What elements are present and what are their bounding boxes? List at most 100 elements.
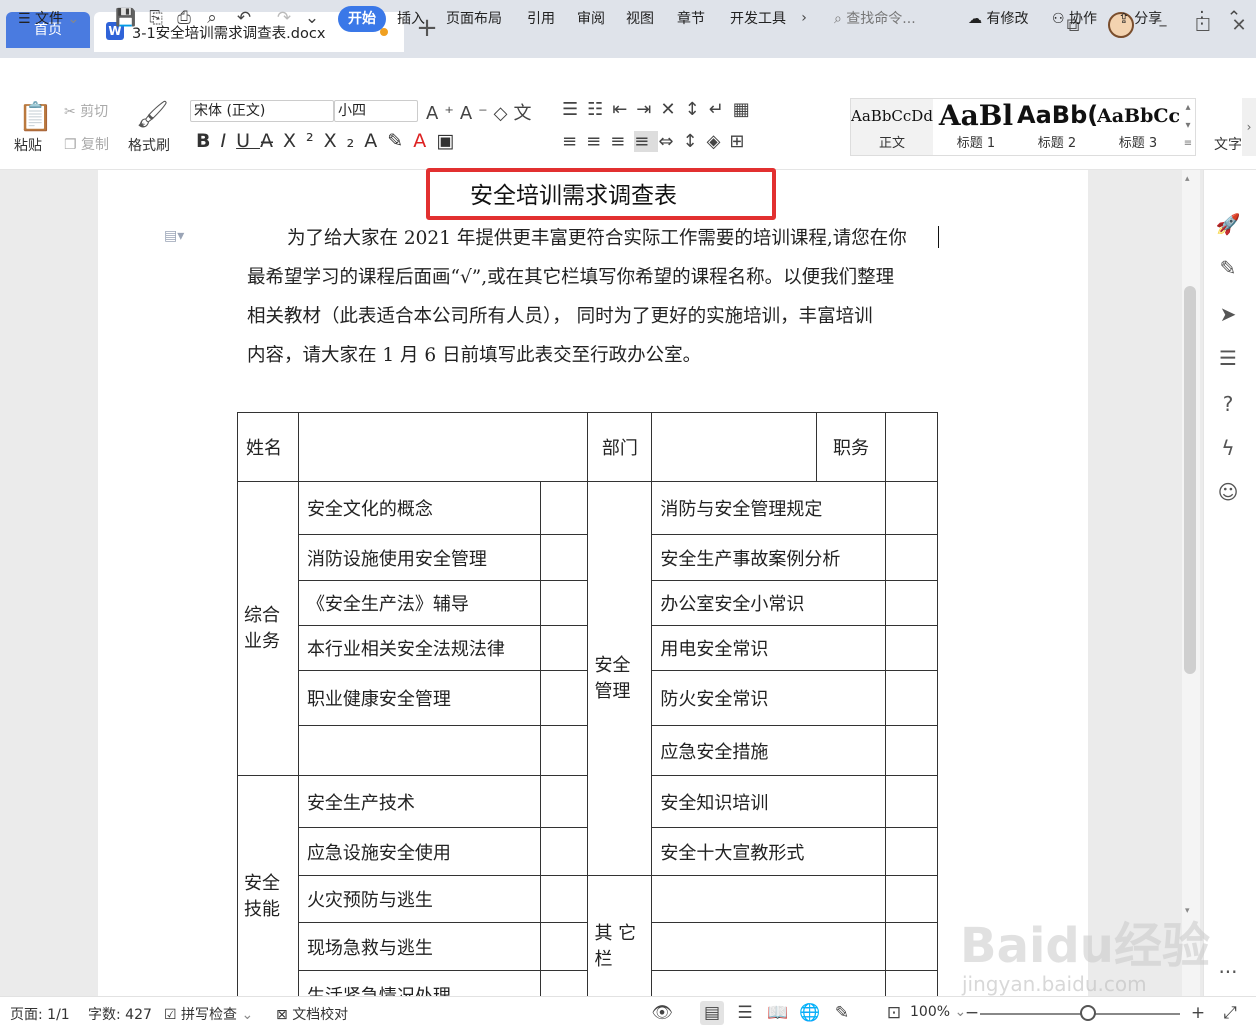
course-cell[interactable]: 现场急救与逃生 <box>297 922 541 971</box>
other-input-cell[interactable] <box>651 922 887 971</box>
font-name-select[interactable]: 宋体 (正文) <box>190 100 334 122</box>
checkbox-cell[interactable] <box>885 725 938 776</box>
collab-button[interactable]: ⚇ 协作 <box>1052 6 1097 32</box>
fullscreen-icon[interactable]: ⤢ <box>1218 1001 1242 1025</box>
web-view-icon[interactable]: 🌐 <box>798 1001 822 1025</box>
print-preview-icon[interactable]: ⌕ <box>200 5 224 31</box>
course-cell[interactable]: 生活紧急情况处理 <box>297 970 541 996</box>
lightning-icon[interactable]: ϟ <box>1214 434 1242 462</box>
style-heading3[interactable]: AaBbCcI 标题 3 <box>1097 99 1179 155</box>
italic-icon[interactable]: I <box>220 130 236 152</box>
tab-insert[interactable]: 插入 <box>397 6 425 32</box>
name-input-cell[interactable] <box>297 412 589 482</box>
paste-button[interactable]: 粘贴 <box>14 135 42 155</box>
course-cell[interactable]: 安全生产技术 <box>297 775 541 828</box>
align-center-icon[interactable]: ≡ <box>586 131 610 152</box>
pen-icon[interactable]: ✎ <box>1214 254 1242 282</box>
course-cell[interactable]: 办公室安全小常识 <box>651 580 887 626</box>
save-icon[interactable]: 💾 <box>114 5 138 31</box>
checkbox-cell[interactable] <box>539 970 589 996</box>
course-cell[interactable]: 《安全生产法》辅导 <box>297 580 541 626</box>
scrollbar-thumb[interactable] <box>1184 286 1196 674</box>
write-mode-icon[interactable]: ✎ <box>830 1001 854 1025</box>
course-cell[interactable]: 安全文化的概念 <box>297 481 541 535</box>
paragraph-marker-icon[interactable]: ▤▾ <box>164 228 184 244</box>
sort-icon[interactable]: ↕ <box>685 99 709 120</box>
checkbox-cell[interactable] <box>539 725 589 776</box>
redo-icon[interactable]: ↷ <box>272 5 296 31</box>
outline-view-icon[interactable]: ☰ <box>733 1001 757 1025</box>
more-tabs-icon[interactable]: › <box>796 5 812 31</box>
course-cell[interactable]: 应急设施安全使用 <box>297 827 541 876</box>
text-effect-icon[interactable]: A <box>364 130 387 152</box>
checkbox-cell[interactable] <box>885 875 938 923</box>
checkbox-cell[interactable] <box>885 580 938 626</box>
checkbox-cell[interactable] <box>539 625 589 671</box>
paragraph-tools-row-2[interactable]: ≡≡≡≡⇔↕◈⊞ <box>562 131 754 152</box>
share-button[interactable]: ⇪ 分享 <box>1118 6 1162 32</box>
course-cell[interactable]: 消防设施使用安全管理 <box>297 534 541 581</box>
checkbox-cell[interactable] <box>539 670 589 726</box>
rocket-icon[interactable]: 🚀 <box>1214 210 1242 238</box>
checkbox-cell[interactable] <box>885 625 938 671</box>
changes-button[interactable]: ☁ 有修改 <box>968 6 1028 32</box>
underline-icon[interactable]: U <box>236 130 260 152</box>
sliders-icon[interactable]: ☰ <box>1214 344 1242 372</box>
course-cell[interactable]: 安全生产事故案例分析 <box>651 534 887 581</box>
course-cell[interactable]: 本行业相关安全法规法律 <box>297 625 541 671</box>
course-cell[interactable]: 应急安全措施 <box>651 725 887 776</box>
checkbox-cell[interactable] <box>539 534 589 581</box>
tab-start[interactable]: 开始 <box>338 6 386 32</box>
subscript-icon[interactable]: X₂ <box>324 130 365 152</box>
checkbox-cell[interactable] <box>885 827 938 876</box>
distribute-icon[interactable]: ⇔ <box>658 131 682 152</box>
bullets-icon[interactable]: ☰ <box>562 99 587 120</box>
clear-format-icon[interactable]: ◇ <box>494 103 514 124</box>
tab-review[interactable]: 审阅 <box>577 6 605 32</box>
font-size-select[interactable]: 小四 <box>334 100 418 122</box>
tab-view[interactable]: 视图 <box>626 6 654 32</box>
styles-scroll-icon[interactable]: ▴ ▾ ≡ <box>1181 99 1195 155</box>
char-border-icon[interactable]: ▣ <box>436 130 464 152</box>
more-dots-icon[interactable]: ··· <box>1214 958 1242 986</box>
zoom-in-icon[interactable]: + <box>1186 1001 1210 1025</box>
word-count[interactable]: 字数: 427 <box>88 1004 152 1024</box>
zoom-slider-handle[interactable] <box>1080 1005 1096 1021</box>
print-icon[interactable]: ⎙ <box>172 5 196 31</box>
command-search[interactable]: ⌕ 查找命令... <box>834 6 916 32</box>
course-cell[interactable]: 用电安全常识 <box>651 625 887 671</box>
tab-references[interactable]: 引用 <box>527 6 555 32</box>
shading-icon[interactable]: ◈ <box>707 131 730 152</box>
course-cell[interactable]: 安全十大宣教形式 <box>651 827 887 876</box>
chinese-layout-icon[interactable]: ✕ <box>660 99 684 120</box>
checkbox-cell[interactable] <box>539 580 589 626</box>
tab-page-layout[interactable]: 页面布局 <box>446 6 502 32</box>
more-options-icon[interactable]: ⋮ <box>1190 5 1214 31</box>
course-cell[interactable]: 消防与安全管理规定 <box>651 481 887 535</box>
collapse-ribbon-icon[interactable]: ⌃ <box>1222 5 1246 31</box>
paragraph-line-4[interactable]: 内容，请大家在 1 月 6 日前填写此表交至行政办公室。 <box>247 341 701 367</box>
paragraph-tools-row-1[interactable]: ☰☷⇤⇥✕↕↵▦ <box>562 99 759 120</box>
borders-icon[interactable]: ⊞ <box>729 131 753 152</box>
course-cell[interactable]: 火灾预防与逃生 <box>297 875 541 923</box>
highlight-icon[interactable]: ✎ <box>387 130 413 152</box>
checkbox-cell[interactable] <box>539 922 589 971</box>
shrink-font-icon[interactable]: A⁻ <box>460 103 494 124</box>
page-view-icon[interactable]: ▤ <box>700 1001 724 1025</box>
indent-icon[interactable]: ⇥ <box>636 99 660 120</box>
zoom-level[interactable]: 100% ⌄ <box>910 1004 966 1020</box>
copy-button[interactable]: ❐ 复制 <box>64 134 109 154</box>
paragraph-line-3[interactable]: 相关教材（此表适合本公司所有人员）， 同时为了更好的实施培训，丰富培训 <box>247 302 873 328</box>
justify-icon[interactable]: ≡ <box>634 131 659 152</box>
fit-page-icon[interactable]: ⊡ <box>882 1001 906 1025</box>
other-input-cell[interactable] <box>651 875 887 923</box>
course-cell[interactable]: 防火安全常识 <box>651 670 887 726</box>
table-cell[interactable]: 姓名 <box>237 412 299 482</box>
other-input-cell[interactable] <box>651 970 887 996</box>
paste-icon[interactable]: 📋 <box>18 100 53 134</box>
eye-protection-icon[interactable]: 👁 <box>650 1001 674 1025</box>
export-pdf-icon[interactable]: ⎘ <box>144 5 168 31</box>
format-painter-button[interactable]: 格式刷 <box>128 135 170 155</box>
ai-icon[interactable]: ☺ <box>1214 478 1242 506</box>
tab-developer[interactable]: 开发工具 <box>730 6 786 32</box>
